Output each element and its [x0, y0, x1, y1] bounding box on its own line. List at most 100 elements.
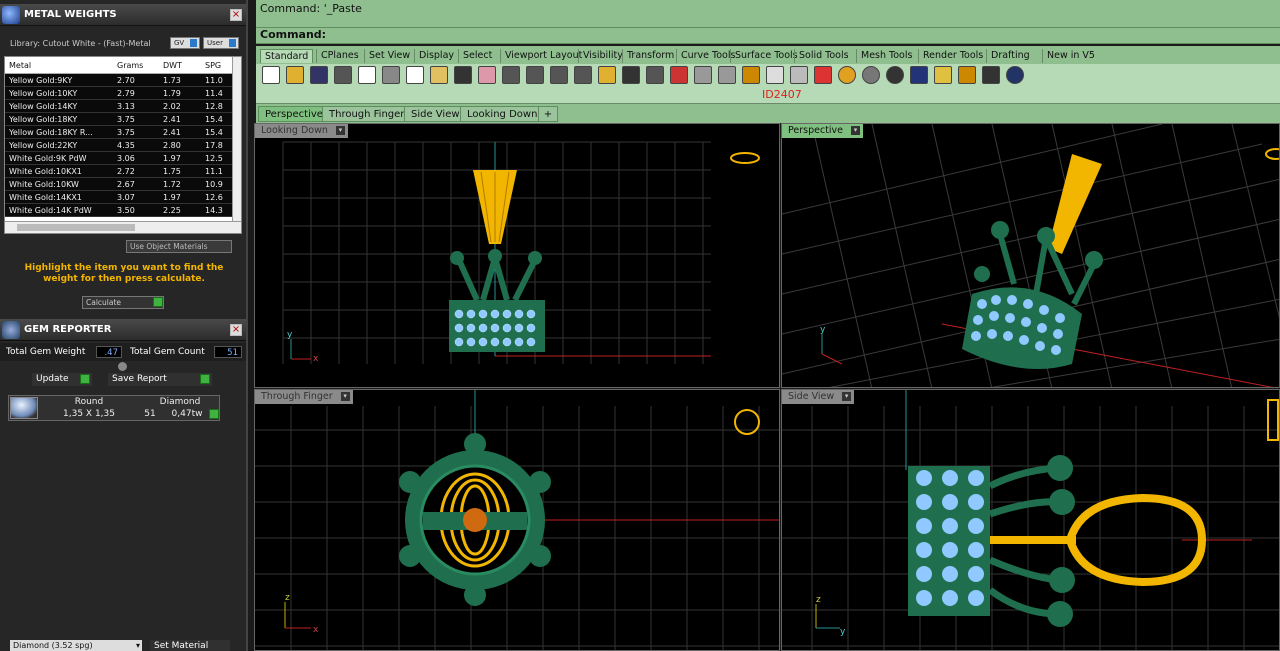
metal-row[interactable]: White Gold:9K PdW 3.06 1.97 12.5	[5, 152, 241, 165]
print-icon[interactable]	[334, 66, 352, 84]
undo-icon[interactable]	[454, 66, 472, 84]
metal-table-vscroll[interactable]	[232, 57, 241, 222]
tab-render-tools[interactable]: Render Tools	[918, 49, 987, 63]
viewport-perspective[interactable]: y Perspective ▾	[781, 123, 1280, 388]
close-icon[interactable]: ×	[230, 324, 242, 336]
grid-icon[interactable]	[982, 66, 1000, 84]
col-metal[interactable]: Metal	[5, 57, 113, 73]
cut-icon[interactable]	[382, 66, 400, 84]
tab-surface-tools[interactable]: Surface Tools	[730, 49, 802, 63]
metal-table[interactable]: Metal Grams DWT SPG Yellow Gold:9KY 2.70 1…	[4, 56, 242, 234]
chevron-down-icon[interactable]: ▾	[842, 392, 852, 401]
perspective-label[interactable]: Perspective ▾	[782, 124, 864, 138]
metal-row[interactable]: White Gold:10KX1 2.72 1.75 11.1	[5, 165, 241, 178]
zoom-extents-icon[interactable]	[574, 66, 592, 84]
tab-set-view[interactable]: Set View	[364, 49, 414, 63]
chevron-down-icon[interactable]: ▾	[335, 126, 345, 135]
layer-icon[interactable]	[790, 66, 808, 84]
color-icon[interactable]	[838, 66, 856, 84]
col-spg[interactable]: SPG	[201, 57, 231, 73]
metal-row[interactable]: Yellow Gold:9KY 2.70 1.73 11.0	[5, 74, 241, 87]
command-prompt-label: Command:	[260, 28, 327, 41]
use-object-materials-button[interactable]: Use Object Materials	[126, 240, 232, 253]
rotate-icon[interactable]	[622, 66, 640, 84]
lightbulb-icon[interactable]	[934, 66, 952, 84]
metal-cell: 1.97	[163, 154, 181, 163]
help-icon[interactable]	[1006, 66, 1024, 84]
new-icon[interactable]	[262, 66, 280, 84]
tab-transform[interactable]: Transform	[622, 49, 678, 63]
calculate-go-icon[interactable]	[153, 297, 163, 307]
material-icon[interactable]	[814, 66, 832, 84]
save-icon[interactable]	[310, 66, 328, 84]
metal-row[interactable]: Yellow Gold:14KY 3.13 2.02 12.8	[5, 100, 241, 113]
tab-new-in-v5[interactable]: New in V5	[1042, 49, 1099, 63]
metal-cell: Yellow Gold:14KY	[9, 102, 78, 111]
cloud-icon[interactable]	[694, 66, 712, 84]
metal-row[interactable]: Yellow Gold:18KY R... 3.75 2.41 15.4	[5, 126, 241, 139]
zoom-icon[interactable]	[526, 66, 544, 84]
splitter-handle[interactable]	[118, 362, 127, 371]
tab-mesh-tools[interactable]: Mesh Tools	[856, 49, 916, 63]
metal-row[interactable]: White Gold:14K PdW 3.50 2.25 14.3	[5, 204, 241, 217]
light-icon[interactable]	[766, 66, 784, 84]
update-go-icon[interactable]	[80, 374, 90, 384]
metal-row[interactable]: Yellow Gold:10KY 2.79 1.79 11.4	[5, 87, 241, 100]
pan-icon[interactable]	[478, 66, 496, 84]
viewport-side-view[interactable]: z y Side View ▾	[781, 389, 1280, 651]
user-toggle[interactable]: User	[203, 37, 239, 49]
tab-drafting[interactable]: Drafting	[986, 49, 1034, 63]
metal-row[interactable]: White Gold:14KX1 3.07 1.97 12.6	[5, 191, 241, 204]
command-prompt[interactable]: Command:	[256, 28, 1280, 44]
chevron-down-icon[interactable]: ▾	[851, 126, 861, 135]
four-view-icon[interactable]	[646, 66, 664, 84]
set-material-button[interactable]: Set Material	[150, 640, 230, 651]
col-grams[interactable]: Grams	[113, 57, 159, 73]
environment-icon[interactable]	[910, 66, 928, 84]
looking-down-label[interactable]: Looking Down ▾	[255, 124, 348, 138]
paste-icon[interactable]	[430, 66, 448, 84]
tab-solid-tools[interactable]: Solid Tools	[794, 49, 853, 63]
gv-toggle[interactable]: GV	[170, 37, 200, 49]
gem-row-go-icon[interactable]	[209, 409, 219, 419]
material-select[interactable]: Diamond (3.52 spg) ▾	[10, 640, 142, 651]
tab-perspective[interactable]: Perspective	[258, 106, 330, 122]
tab-looking-down[interactable]: Looking Down	[460, 106, 545, 122]
chevron-down-icon[interactable]: ▾	[340, 392, 350, 401]
metal-row[interactable]: Yellow Gold:22KY 4.35 2.80 17.8	[5, 139, 241, 152]
zoom-selected-icon[interactable]	[598, 66, 616, 84]
export-icon[interactable]	[358, 66, 376, 84]
save-report-go-icon[interactable]	[200, 374, 210, 384]
add-tab-icon[interactable]: +	[538, 106, 558, 122]
tab-cplanes[interactable]: CPlanes	[316, 49, 363, 63]
move-icon[interactable]	[502, 66, 520, 84]
tab-standard[interactable]: Standard	[260, 49, 314, 63]
tab-visibility[interactable]: Visibility	[578, 49, 627, 63]
car-icon[interactable]	[670, 66, 688, 84]
metal-row[interactable]: Yellow Gold:18KY 3.75 2.41 15.4	[5, 113, 241, 126]
tab-side-view[interactable]: Side View	[404, 106, 467, 122]
copy-icon[interactable]	[406, 66, 424, 84]
zoom-window-icon[interactable]	[550, 66, 568, 84]
close-icon[interactable]: ×	[230, 9, 242, 21]
calculate-button[interactable]: Calculate	[82, 296, 164, 309]
tab-display[interactable]: Display	[414, 49, 458, 63]
side-view-label[interactable]: Side View ▾	[782, 390, 855, 404]
render-icon[interactable]	[886, 66, 904, 84]
through-finger-label[interactable]: Through Finger ▾	[255, 390, 353, 404]
metal-table-hscroll[interactable]	[5, 221, 241, 233]
gem-list-row[interactable]: Round 1,35 X 1,35 Diamond 51 0,47tw	[8, 395, 220, 421]
open-icon[interactable]	[286, 66, 304, 84]
tab-viewport-layout[interactable]: Viewport Layout	[500, 49, 586, 63]
col-dwt[interactable]: DWT	[159, 57, 201, 73]
sphere-icon[interactable]	[862, 66, 880, 84]
viewport-through-finger[interactable]: z x Through Finger ▾	[254, 389, 780, 651]
tab-select[interactable]: Select	[458, 49, 496, 63]
points-icon[interactable]	[742, 66, 760, 84]
save-report-button[interactable]: Save Report	[108, 373, 212, 386]
viewport-looking-down[interactable]: y x Looking Down ▾	[254, 123, 780, 388]
circle-icon[interactable]	[718, 66, 736, 84]
tab-through-finger[interactable]: Through Finger	[322, 106, 412, 122]
metal-row[interactable]: White Gold:10KW 2.67 1.72 10.9	[5, 178, 241, 191]
settings-icon[interactable]	[958, 66, 976, 84]
